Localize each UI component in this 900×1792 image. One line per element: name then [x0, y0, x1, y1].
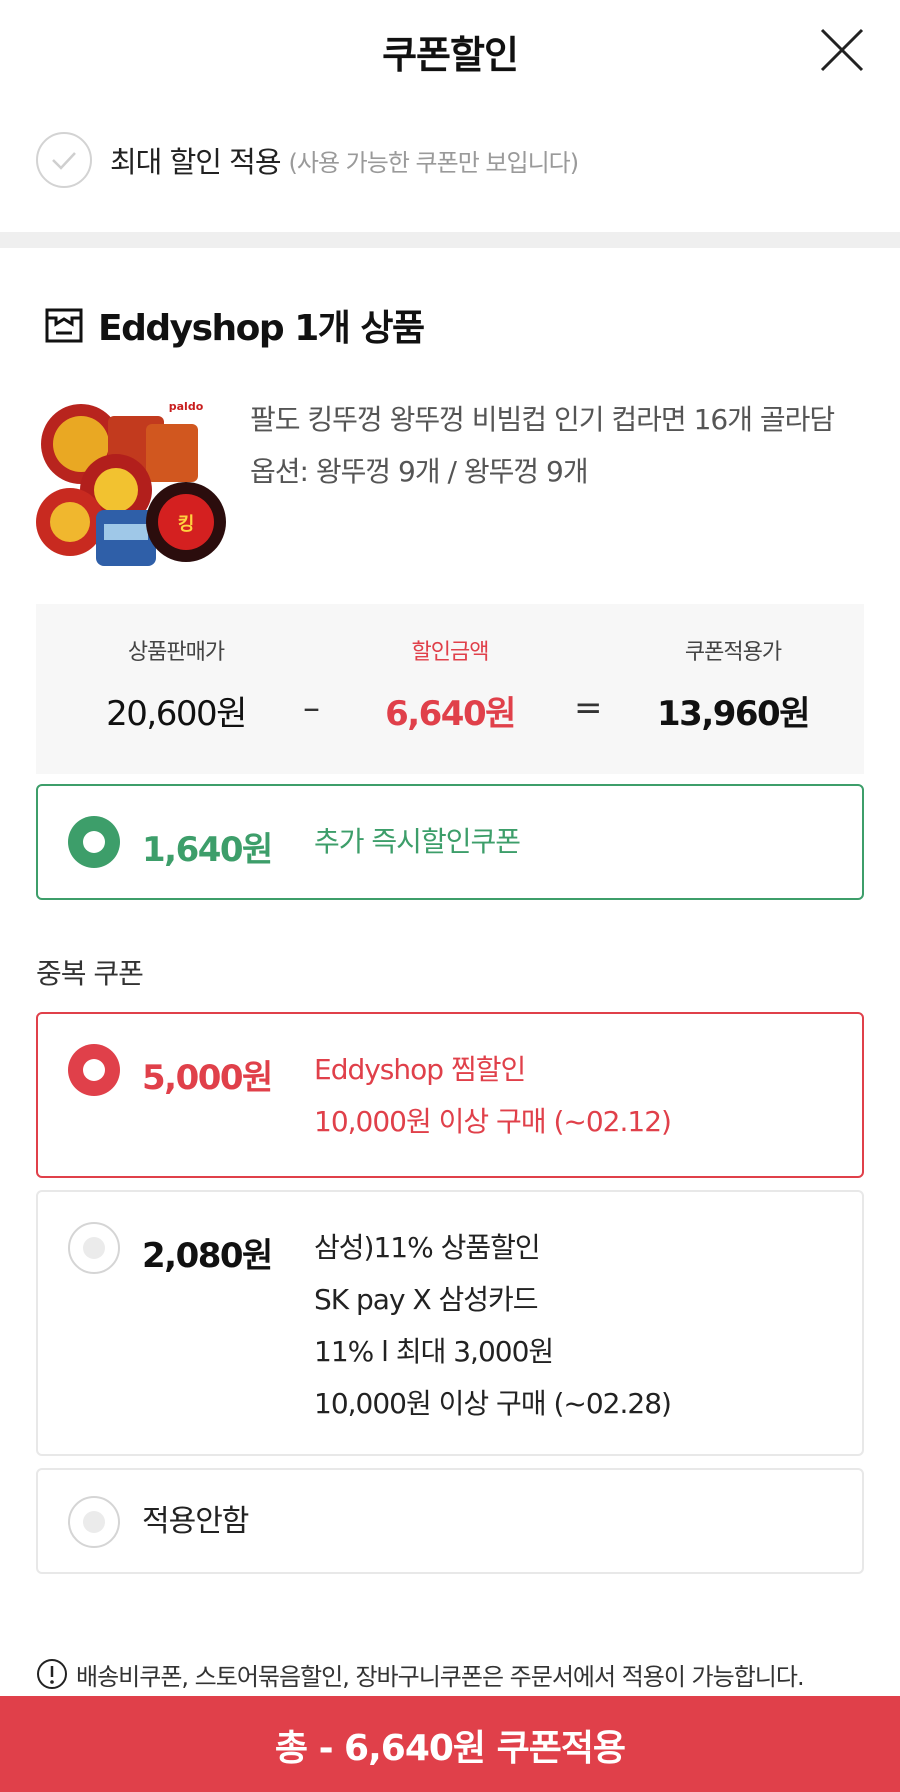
price-summary: 상품판매가 20,600원 – 할인금액 6,640원 = 쿠폰적용가 13,9… — [36, 604, 864, 774]
coupon-amount: 2,080원 — [142, 1236, 273, 1276]
no-coupon-label: 적용안함 — [142, 1504, 249, 1539]
final-price-value: 13,960원 — [657, 694, 810, 734]
max-discount-label: 최대 할인 적용 — [110, 145, 282, 179]
minus-sign: – — [303, 688, 320, 728]
product-option: 옵션: 왕뚜껑 9개 / 왕뚜껑 9개 — [250, 455, 589, 488]
notice-text: 배송비쿠폰, 스토어묶음할인, 장바구니쿠폰은 주문서에서 적용이 가능합니다. — [76, 1662, 805, 1691]
coupon-condition: 10,000원 이상 구매 (~02.12) — [314, 1105, 672, 1138]
duplicate-coupon-option[interactable]: 2,080원 삼성)11% 상품할인 SK pay X 삼성카드 11% l 최… — [36, 1190, 864, 1456]
page-title: 쿠폰할인 — [382, 33, 519, 77]
final-price-label: 쿠폰적용가 — [684, 640, 782, 665]
discount-amount-label: 할인금액 — [411, 640, 490, 665]
shop-header: Eddyshop 1개 상품 — [44, 300, 425, 350]
section-divider — [0, 232, 900, 248]
max-discount-toggle[interactable]: 최대 할인 적용 (사용 가능한 쿠폰만 보입니다) — [36, 132, 580, 188]
svg-text:킹: 킹 — [178, 514, 195, 535]
product-title: 팔도 킹뚜껑 왕뚜껑 비빔컵 인기 컵라면 16개 골라담 — [250, 403, 835, 436]
duplicate-coupon-option[interactable]: 5,000원 Eddyshop 찜할인 10,000원 이상 구매 (~02.1… — [36, 1012, 864, 1178]
store-icon — [45, 308, 83, 343]
final-price: 쿠폰적용가 13,960원 — [623, 634, 843, 735]
discount-amount: 할인금액 6,640원 — [350, 634, 550, 735]
instant-coupon-label: 추가 즉시할인쿠폰 — [314, 825, 521, 858]
shop-name: Eddyshop 1개 상품 — [98, 308, 425, 349]
coupon-amount: 5,000원 — [142, 1058, 273, 1098]
coupon-condition: 10,000원 이상 구매 (~02.28) — [314, 1387, 672, 1420]
discount-amount-value: 6,640원 — [385, 694, 516, 734]
radio-unselected-icon[interactable] — [68, 1496, 120, 1548]
radio-unselected-icon[interactable] — [68, 1222, 120, 1274]
sale-price-label: 상품판매가 — [127, 640, 225, 665]
apply-coupon-button[interactable]: 총 - 6,640원 쿠폰적용 — [0, 1696, 900, 1792]
radio-selected-icon[interactable] — [68, 1044, 120, 1096]
notice: 배송비쿠폰, 스토어묶음할인, 장바구니쿠폰은 주문서에서 적용이 가능합니다. — [36, 1656, 805, 1692]
radio-selected-icon[interactable] — [68, 816, 120, 868]
sale-price: 상품판매가 20,600원 — [76, 634, 276, 735]
check-circle-icon[interactable] — [36, 132, 92, 188]
close-icon[interactable] — [818, 26, 866, 74]
max-discount-note: (사용 가능한 쿠폰만 보입니다) — [288, 148, 580, 177]
sale-price-value: 20,600원 — [106, 694, 247, 734]
product-image: 킹 paldo — [36, 392, 226, 580]
info-icon — [37, 1659, 67, 1689]
duplicate-coupon-label: 중복 쿠폰 — [36, 957, 144, 990]
coupon-name: 삼성)11% 상품할인 — [314, 1231, 541, 1264]
instant-coupon-option[interactable]: 1,640원 추가 즉시할인쿠폰 — [36, 784, 864, 900]
product-brand: paldo — [169, 400, 204, 413]
instant-coupon-amount: 1,640원 — [142, 830, 273, 870]
coupon-card-info: SK pay X 삼성카드 — [314, 1283, 539, 1316]
coupon-rate-info: 11% l 최대 3,000원 — [314, 1335, 554, 1368]
no-coupon-option[interactable]: 적용안함 — [36, 1468, 864, 1574]
equals-sign: = — [574, 688, 603, 728]
coupon-name: Eddyshop 찜할인 — [314, 1053, 526, 1086]
header: 쿠폰할인 — [0, 0, 900, 100]
